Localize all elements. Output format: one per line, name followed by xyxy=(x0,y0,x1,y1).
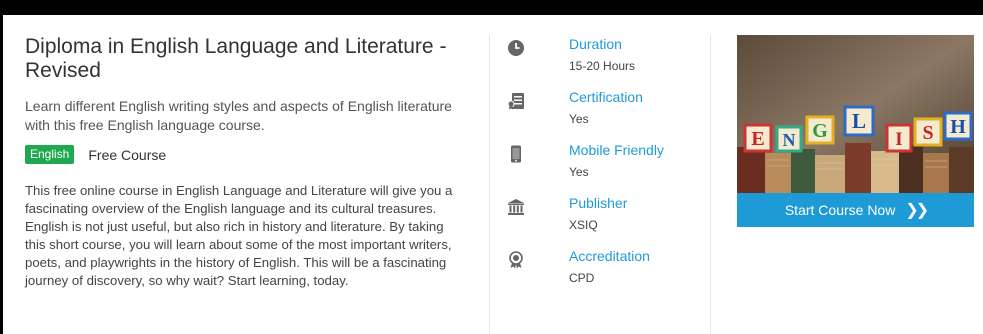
double-chevron-right-icon: ❯❯ xyxy=(905,202,929,219)
award-icon xyxy=(509,251,523,269)
block-letter: N xyxy=(783,130,796,150)
start-course-button[interactable]: Start Course Now ❯❯ xyxy=(737,193,974,227)
course-subtitle: Learn different English writing styles a… xyxy=(25,98,452,133)
institution-icon xyxy=(508,199,524,215)
info-value: CPD xyxy=(569,271,595,285)
english-books-image[interactable]: E N G L I S H xyxy=(737,35,974,193)
divider-left xyxy=(489,35,490,334)
info-value: 15-20 Hours xyxy=(569,59,636,73)
info-duration: Duration 15-20 Hours xyxy=(503,35,703,88)
info-label: Duration xyxy=(569,36,622,52)
course-card: Diploma in English Language and Literatu… xyxy=(3,15,983,334)
clock-icon xyxy=(508,40,524,56)
info-label: Accreditation xyxy=(569,248,650,264)
course-media: E N G L I S H Start Course Now ❯❯ xyxy=(737,35,974,227)
mobile-icon xyxy=(511,145,521,163)
info-mobile: Mobile Friendly Yes xyxy=(503,141,703,194)
info-accreditation: Accreditation CPD xyxy=(503,247,703,300)
course-info-list: Duration 15-20 Hours Certification Yes M… xyxy=(503,35,703,300)
course-tags: English Free Course xyxy=(25,145,465,164)
block-letter: H xyxy=(950,116,966,138)
course-summary: Diploma in English Language and Literatu… xyxy=(25,35,465,290)
info-publisher: Publisher XSIQ xyxy=(503,194,703,247)
info-value: Yes xyxy=(569,112,589,126)
certificate-icon xyxy=(507,93,524,110)
course-title[interactable]: Diploma in English Language and Literatu… xyxy=(25,35,465,83)
course-description: This free online course in English Langu… xyxy=(25,183,453,288)
block-letter: G xyxy=(812,120,828,142)
start-course-label: Start Course Now xyxy=(784,202,896,218)
price-label: Free Course xyxy=(88,146,167,163)
block-letter: E xyxy=(751,128,764,150)
category-badge[interactable]: English xyxy=(25,145,75,164)
info-label: Mobile Friendly xyxy=(569,142,664,158)
info-label: Publisher xyxy=(569,195,628,211)
block-letter: I xyxy=(895,129,902,150)
block-letter: S xyxy=(922,122,933,144)
info-label: Certification xyxy=(569,89,643,105)
block-letter: L xyxy=(852,109,866,133)
info-value: XSIQ xyxy=(569,218,598,232)
info-certification: Certification Yes xyxy=(503,88,703,141)
divider-right xyxy=(710,35,711,334)
info-value: Yes xyxy=(569,165,589,179)
